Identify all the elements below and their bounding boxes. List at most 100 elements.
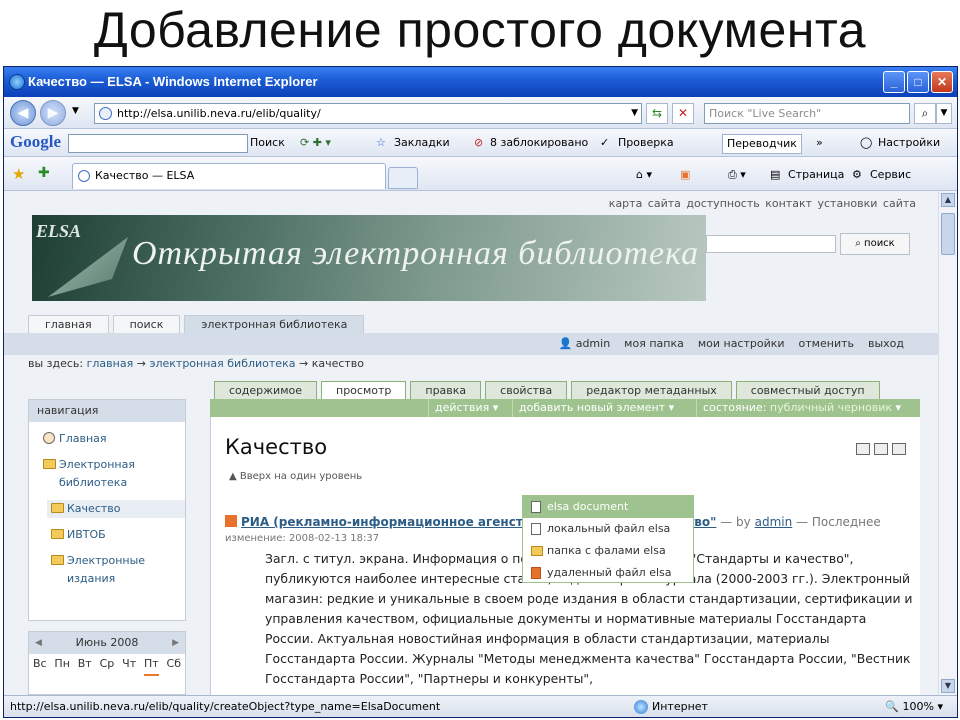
menu-item-local-file[interactable]: локальный файл elsa	[523, 518, 693, 540]
modified-label: — Последнее	[796, 515, 881, 529]
actions-label: действия	[435, 401, 490, 414]
address-dropdown-icon[interactable]: ▼	[631, 104, 638, 123]
new-tab-button[interactable]	[388, 167, 418, 189]
site-banner: ELSA Открытая электронная библиотека	[32, 215, 706, 301]
actions-menu[interactable]: действия ▾	[428, 399, 504, 417]
user-link[interactable]: 👤 admin	[559, 333, 611, 355]
up-one-level-link[interactable]: ▲ Вверх на один уровень	[229, 471, 362, 482]
tab-metadata-editor[interactable]: редактор метаданных	[571, 381, 732, 399]
star-icon[interactable]: ☆	[376, 134, 386, 152]
next-month-icon[interactable]: ▶	[172, 632, 179, 654]
globe-icon	[43, 432, 55, 444]
add-new-item-menu[interactable]: добавить новый элемент ▾	[512, 399, 680, 417]
zoom-level[interactable]: 🔍 100% ▾	[885, 696, 943, 717]
menu-item-remote-file[interactable]: удаленный файл elsa	[523, 562, 693, 584]
browser-window: Качество — ELSA - Windows Internet Explo…	[3, 66, 958, 718]
back-button[interactable]: ◀	[10, 100, 36, 126]
scroll-up-icon[interactable]: ▲	[941, 193, 955, 207]
nav-item-home[interactable]: Главная	[29, 430, 185, 448]
close-button[interactable]: ✕	[931, 71, 953, 93]
site-search-input[interactable]	[706, 235, 836, 253]
tab-elibrary[interactable]: электронная библиотека	[184, 315, 365, 333]
stop-icon[interactable]: ✕	[672, 103, 694, 124]
file-icon	[531, 523, 541, 535]
print-icon[interactable]: ⎙ ▾	[728, 166, 746, 184]
site-top-links[interactable]: карта сайта доступность контакт установк…	[609, 197, 916, 210]
breadcrumb-prefix: вы здесь:	[28, 357, 84, 370]
print-icon[interactable]	[874, 443, 888, 455]
translator-button[interactable]: Переводчик	[722, 134, 802, 154]
nav-item-ivtob[interactable]: ИВТОБ	[29, 526, 185, 544]
folder-icon	[51, 555, 64, 565]
add-favorite-icon[interactable]: ✚	[38, 165, 50, 181]
page-menu[interactable]: Страница	[788, 166, 844, 184]
author-link[interactable]: admin	[755, 515, 793, 529]
address-field[interactable]: http://elsa.unilib.neva.ru/elib/quality/…	[94, 103, 642, 124]
user-icon: 👤	[558, 337, 573, 350]
tab-properties[interactable]: свойства	[485, 381, 568, 399]
status-bar: http://elsa.unilib.neva.ru/elib/quality/…	[4, 695, 957, 717]
google-search-button[interactable]: Поиск	[250, 134, 285, 152]
vertical-scrollbar[interactable]: ▲ ▼	[938, 191, 957, 695]
nav-item-quality[interactable]: Качество	[47, 500, 185, 518]
favorites-star-icon[interactable]: ★	[12, 165, 25, 183]
page-content: карта сайта доступность контакт установк…	[4, 191, 938, 695]
google-search-input[interactable]	[68, 134, 248, 153]
user-name: admin	[575, 337, 611, 350]
tab-view[interactable]: просмотр	[321, 381, 407, 399]
state-menu[interactable]: состояние: публичный черновик ▾	[696, 399, 907, 417]
breadcrumb-separator: →	[136, 357, 146, 370]
calendar-portlet: ◀ Июнь 2008 ▶ Вс Пн Вт Ср Чт Пт Сб	[28, 631, 186, 695]
menu-item-folder[interactable]: папка с фалами elsa	[523, 540, 693, 562]
tools-menu[interactable]: Сервис	[870, 166, 911, 184]
settings-icon: ◯	[860, 136, 873, 149]
prev-month-icon[interactable]: ◀	[35, 632, 42, 654]
toolbar-extra-icon[interactable]: ⟳ ✚ ▾	[300, 134, 331, 152]
tab-home[interactable]: главная	[28, 315, 109, 333]
site-search-button[interactable]: ⌕ поиск	[840, 233, 910, 255]
spellcheck-button[interactable]: Проверка	[618, 134, 674, 152]
tab-edit[interactable]: правка	[410, 381, 482, 399]
site-favicon-icon	[99, 107, 112, 120]
weekday: Чт	[122, 657, 137, 670]
window-titlebar: Качество — ELSA - Windows Internet Explo…	[4, 67, 957, 97]
nav-item-elibrary[interactable]: Электронная библиотека	[29, 456, 159, 492]
nav-item-epublications[interactable]: Электронные издания	[29, 552, 159, 588]
status-url: http://elsa.unilib.neva.ru/elib/quality/…	[10, 700, 441, 713]
bookmarks-button[interactable]: Закладки	[394, 134, 450, 152]
settings-button[interactable]: Настройки	[878, 134, 940, 152]
tab-search[interactable]: поиск	[112, 315, 181, 333]
navigation-title: навигация	[29, 400, 185, 422]
send-to-icon[interactable]	[856, 443, 870, 455]
undo-link[interactable]: отменить	[799, 333, 854, 355]
forward-button[interactable]: ▶	[40, 100, 66, 126]
tab-sharing[interactable]: совместный доступ	[735, 381, 880, 399]
tab-contents[interactable]: содержимое	[214, 381, 317, 399]
history-dropdown-icon[interactable]: ▼	[72, 106, 79, 116]
toolbar-overflow-icon[interactable]: »	[816, 134, 823, 152]
breadcrumb-home[interactable]: главная	[87, 357, 134, 370]
calendar-header: ◀ Июнь 2008 ▶	[29, 632, 185, 654]
home-icon[interactable]: ⌂ ▾	[636, 166, 652, 184]
scroll-down-icon[interactable]: ▼	[941, 679, 955, 693]
breadcrumb-elibrary[interactable]: электронная библиотека	[149, 357, 295, 370]
full-screen-icon[interactable]	[892, 443, 906, 455]
document-icon	[531, 501, 541, 513]
my-settings-link[interactable]: мои настройки	[698, 333, 785, 355]
browser-tab[interactable]: Качество — ELSA	[72, 163, 386, 189]
my-folder-link[interactable]: моя папка	[624, 333, 684, 355]
weekday: Вт	[77, 657, 92, 670]
live-search-input[interactable]: Поиск "Live Search"	[704, 103, 910, 124]
logout-link[interactable]: выход	[868, 333, 904, 355]
search-icon[interactable]: ⌕	[914, 103, 936, 124]
popup-blocked-count[interactable]: 8 заблокировано	[490, 134, 588, 152]
state-value: публичный черновик	[769, 401, 893, 414]
search-options-icon[interactable]: ▼	[936, 103, 952, 124]
menu-item-elsa-document[interactable]: elsa document	[523, 496, 693, 518]
maximize-button[interactable]: □	[907, 71, 929, 93]
feeds-icon[interactable]: ▣	[680, 166, 690, 184]
refresh-icon[interactable]: ⇆	[646, 103, 668, 124]
minimize-button[interactable]: _	[883, 71, 905, 93]
remote-file-icon	[531, 567, 541, 579]
scroll-thumb[interactable]	[941, 213, 955, 255]
